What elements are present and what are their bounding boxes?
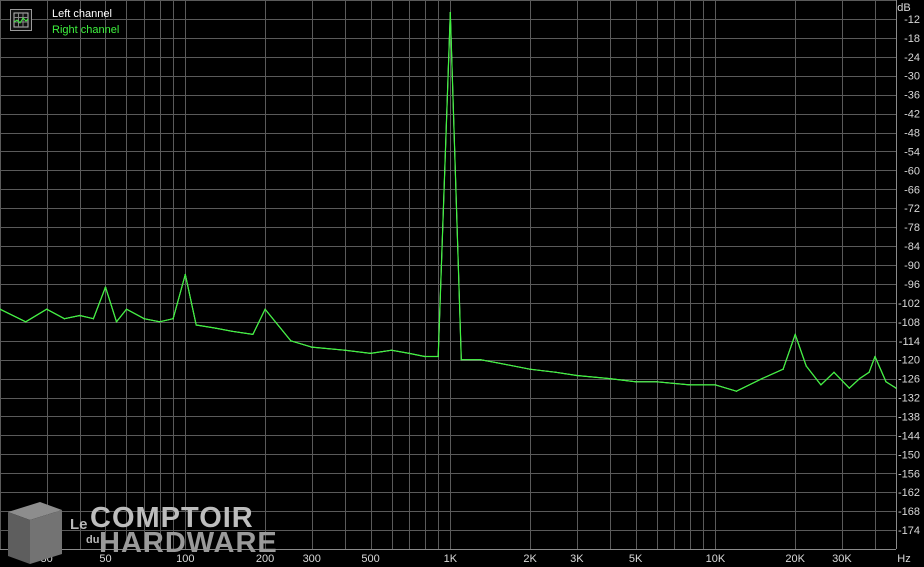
right-channel-point [859,378,861,380]
right-channel-point [635,381,637,383]
right-channel-point [264,308,266,310]
right-channel-point [820,384,822,386]
y-tick-label: -138 [898,411,920,423]
right-channel-point [609,378,611,380]
y-tick-label: -12 [904,14,920,26]
right-channel-point [529,368,531,370]
y-tick-label: -108 [898,317,920,329]
watermark-le: Le [70,516,88,533]
right-channel-point [895,387,897,389]
y-tick-label: -120 [898,355,920,367]
y-tick-label: -102 [898,298,920,310]
right-channel-point [125,308,128,310]
right-channel-point [885,381,887,383]
right-channel-point [311,346,313,348]
right-channel-point [231,330,233,332]
right-channel-point [290,340,292,342]
legend-grid-icon [13,12,29,28]
right-channel-point [868,371,870,373]
x-tick-label: 5K [629,553,643,565]
cube-logo-icon [8,502,62,564]
y-tick-label: -30 [904,71,920,83]
right-channel-point [555,371,557,373]
right-channel-point [496,362,498,364]
y-tick-label: -66 [904,184,920,196]
y-tick-label: -72 [904,203,920,215]
legend-toggle-button[interactable] [10,9,32,31]
right-channel-point [689,384,691,386]
y-tick-label: -78 [904,222,920,234]
y-tick-label: -36 [904,90,920,102]
spectrum-plot: -12 -18 -24 -30 -36 -42 -48 -54 -60 -66 -72 -78 -84 -… [0,0,924,567]
right-channel-point [460,359,462,361]
right-channel-point [46,308,48,310]
right-channel-point [172,318,174,320]
y-tick-label: -132 [898,393,920,405]
right-channel-point [805,365,807,367]
x-tick-label: 20K [785,553,805,565]
y-tick-label: -126 [898,374,920,386]
x-tick-label: 10K [706,553,726,565]
y-tick-label: -150 [898,449,920,461]
right-channel-point [874,355,876,358]
x-tick-label: 500 [361,553,379,565]
right-channel-point [195,324,197,326]
right-channel-point [252,333,254,335]
y-tick-label: -48 [904,128,920,140]
right-channel-point [25,321,27,323]
right-channel-point [480,359,482,361]
right-channel-point [115,321,118,323]
right-channel-point [344,349,346,351]
x-tick-label: 3K [570,553,584,565]
watermark-du: du [86,534,100,546]
x-tick-label: 30K [832,553,852,565]
y-tick-label: -42 [904,109,920,121]
right-channel-point [782,368,784,370]
right-channel-point [92,318,94,320]
right-channel-point [449,12,451,14]
x-tick-label: 1K [444,553,458,565]
y-tick-label: -90 [904,260,920,272]
right-channel-point [79,314,81,317]
right-channel-point [63,318,65,320]
right-channel-point [184,273,186,276]
y-tick-label: -96 [904,279,920,291]
legend-left-channel: Left channel [52,8,112,20]
right-channel-point [143,318,145,320]
watermark-hardware: HARDWARE [99,527,278,559]
y-tick-label: -24 [904,52,920,64]
y-tick-label: -54 [904,146,920,158]
y-tick-label: -114 [899,336,920,348]
y-axis-label: dB [897,2,910,14]
right-channel-point [794,333,796,335]
right-channel-point [833,371,835,373]
right-channel-point [159,321,161,323]
right-channel-point [576,374,578,377]
right-channel-point [390,349,393,351]
y-tick-label: -174 [898,525,920,537]
right-channel-point [370,352,372,354]
y-tick-label: -156 [898,468,920,480]
y-tick-label: -162 [898,487,920,499]
right-channel-point [408,352,410,354]
plot-background [0,0,924,567]
y-tick-label: -18 [904,33,920,45]
right-channel-point [735,390,738,392]
right-channel-point [714,384,717,386]
right-channel-point [848,387,850,389]
right-channel-point [761,378,763,380]
y-tick-label: -84 [904,241,920,253]
x-axis-label: Hz [897,553,910,565]
y-tick-label: -60 [904,165,920,177]
right-channel-point [656,381,658,383]
x-tick-label: 2K [523,553,537,565]
right-channel-point [424,355,426,358]
right-channel-point [437,355,439,358]
right-channel-point [214,327,217,329]
y-tick-label: -144 [898,430,920,442]
y-tick-label: -168 [898,506,920,518]
watermark-logo: Le du COMPTOIR HARDWARE [0,500,310,567]
right-channel-point [104,286,107,288]
legend-right-channel: Right channel [52,24,120,36]
